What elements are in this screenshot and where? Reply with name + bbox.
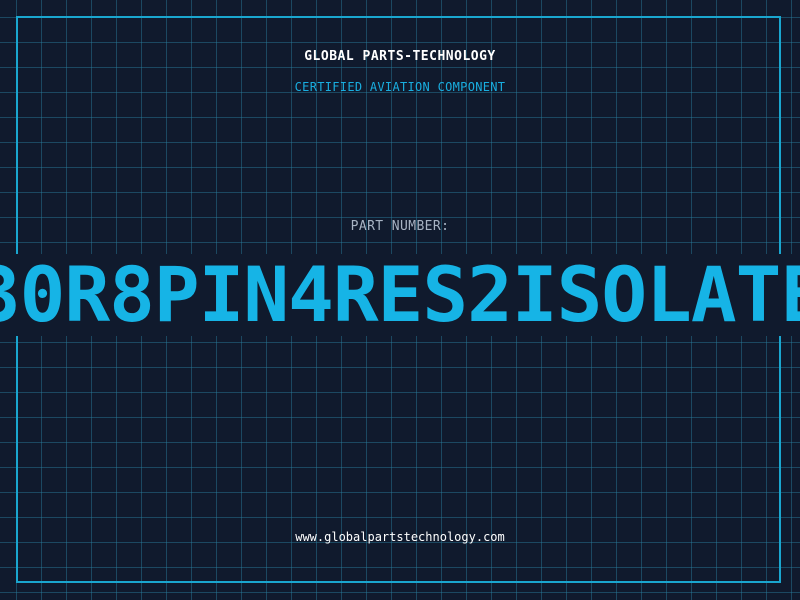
certification-subtitle: CERTIFIED AVIATION COMPONENT: [294, 80, 506, 94]
part-number-band: 30R8PIN4RES2ISOLATE: [0, 254, 800, 336]
part-number-value: 30R8PIN4RES2ISOLATE: [0, 254, 800, 336]
company-name: GLOBAL PARTS-TECHNOLOGY: [304, 49, 496, 64]
part-number-label: PART NUMBER:: [350, 219, 450, 234]
website-url: www.globalpartstechnology.com: [295, 530, 505, 544]
label-card: GLOBAL PARTS-TECHNOLOGY CERTIFIED AVIATI…: [0, 0, 800, 600]
